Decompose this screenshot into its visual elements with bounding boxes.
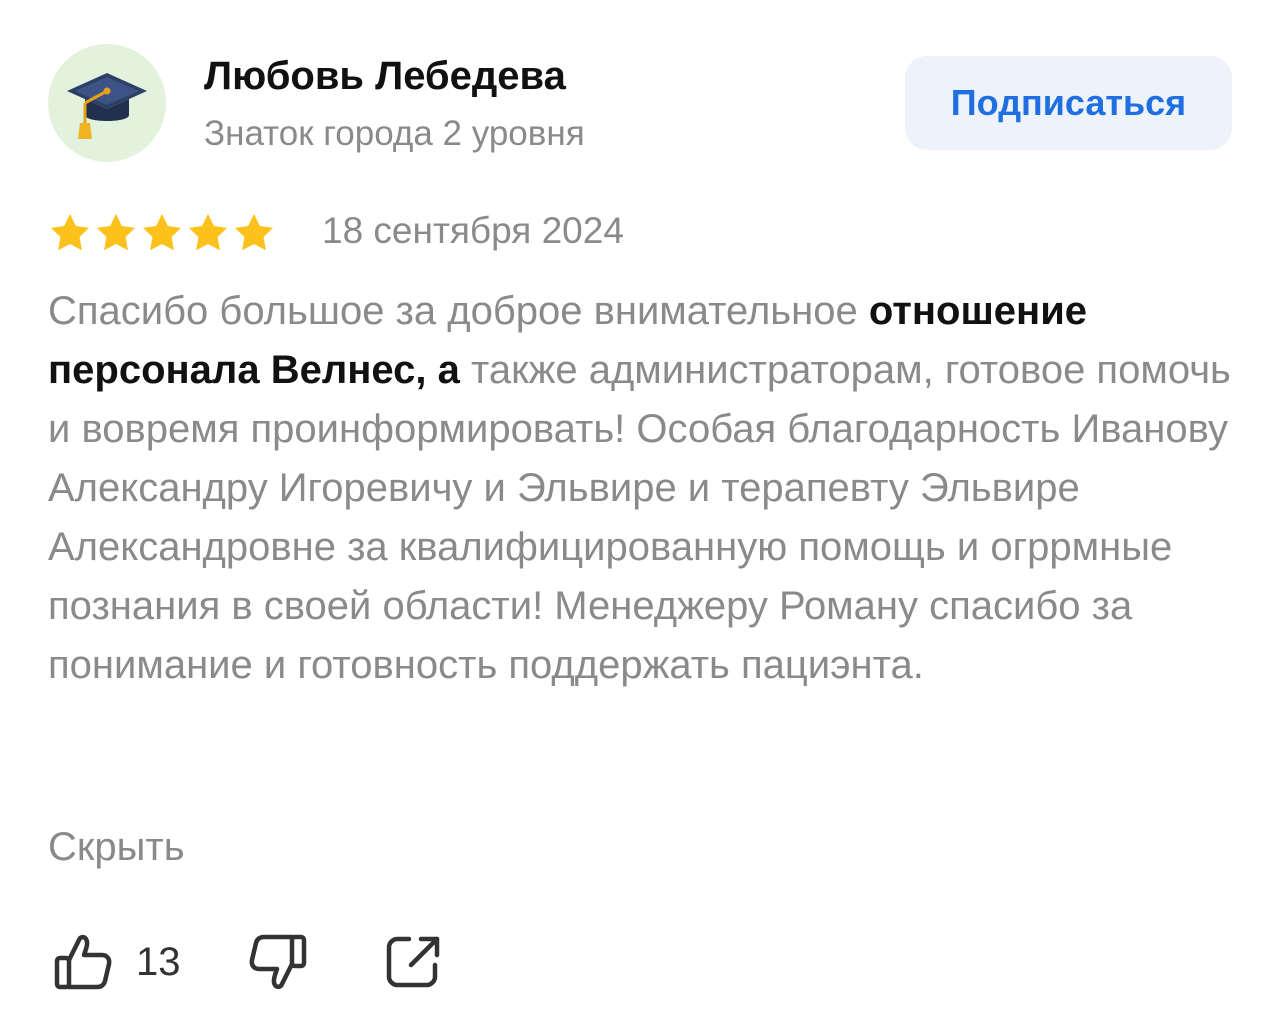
review-text-part1: Спасибо большое за доброе внимательное <box>48 289 869 333</box>
like-count: 13 <box>136 939 181 984</box>
review-date: 18 сентября 2024 <box>322 210 624 251</box>
star-icon <box>96 213 136 251</box>
author-level: Знаток города 2 уровня <box>204 114 585 153</box>
thumbs-up-icon[interactable] <box>52 931 114 993</box>
review-text-part2: также администраторам, готовое помочь и … <box>48 348 1231 687</box>
star-icon <box>188 213 228 251</box>
author-name[interactable]: Любовь Лебедева <box>204 52 566 100</box>
hide-link[interactable]: Скрыть <box>48 820 185 874</box>
avatar[interactable] <box>48 44 166 162</box>
star-icon <box>142 213 182 251</box>
thumbs-down-icon[interactable] <box>247 931 309 993</box>
review-actions: 13 <box>52 930 445 994</box>
subscribe-button[interactable]: Подписаться <box>905 56 1232 150</box>
share-icon[interactable] <box>383 931 445 993</box>
review-text: Спасибо большое за доброе внимательное о… <box>48 282 1240 695</box>
graduation-cap-icon <box>67 73 147 139</box>
star-icon <box>50 213 90 251</box>
star-rating <box>48 210 278 256</box>
star-icon <box>234 213 274 251</box>
